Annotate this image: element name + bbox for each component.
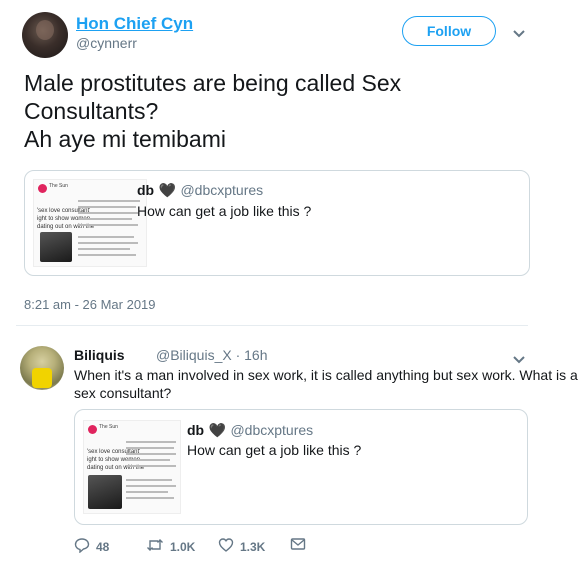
reply-count: 48: [96, 539, 110, 554]
chevron-down-icon[interactable]: [512, 26, 526, 44]
like-count: 1.3K: [240, 539, 266, 554]
quoted-tweet[interactable]: The Sun 'sex love consultant' ight to sh…: [24, 170, 530, 276]
like-button[interactable]: 1.3K: [218, 537, 265, 556]
retweet-count: 1.0K: [170, 539, 196, 554]
sun-logo-icon: [38, 184, 47, 193]
reply-text-line: sex consultant?: [74, 385, 172, 401]
retweet-button[interactable]: 1.0K: [146, 537, 195, 556]
tweet-timestamp[interactable]: 8:21 am - 26 Mar 2019: [24, 297, 156, 312]
author-avatar[interactable]: [22, 12, 68, 58]
reply-meta: @Biliquis_X · 16h: [156, 347, 268, 363]
quoted-author-handle[interactable]: @dbcxptures: [230, 422, 313, 438]
tweet-text-line: Male prostitutes are being called Sex: [24, 70, 402, 96]
quoted-author-name[interactable]: db: [187, 422, 204, 438]
quoted-media-thumbnail[interactable]: The Sun 'sex love consultant' ight to sh…: [33, 179, 147, 267]
heart-emoji-icon: 🖤: [158, 182, 176, 198]
quoted-media-thumbnail[interactable]: The Sun 'sex love consultant' ight to sh…: [83, 420, 181, 514]
reply-button[interactable]: 48: [74, 537, 109, 556]
author-handle[interactable]: @cynnerr: [76, 35, 137, 51]
reply-text-line: When it's a man involved in sex work, it…: [74, 367, 578, 383]
mail-icon: [290, 537, 306, 554]
direct-message-button[interactable]: [290, 537, 306, 554]
author-name[interactable]: Hon Chief Cyn: [76, 14, 193, 34]
reply-age[interactable]: 16h: [244, 347, 267, 363]
tweet-text-line: Consultants?: [24, 98, 159, 124]
sun-logo-icon: [88, 425, 97, 434]
thumb-logo-text: The Sun: [49, 183, 68, 189]
heart-emoji-icon: 🖤: [208, 422, 226, 438]
reply-author-handle[interactable]: @Biliquis_X: [156, 347, 232, 363]
reply-text: When it's a man involved in sex work, it…: [74, 366, 578, 402]
quoted-author-name[interactable]: db: [137, 182, 154, 198]
reply-author-avatar[interactable]: [20, 346, 64, 390]
meta-separator: ·: [235, 347, 241, 363]
quoted-author-handle[interactable]: @dbcxptures: [180, 182, 263, 198]
thumb-photo: [88, 475, 122, 509]
tweet-text-line: Ah aye mi temibami: [24, 126, 226, 152]
tweet-text: Male prostitutes are being called Sex Co…: [24, 69, 564, 153]
divider: [16, 325, 528, 326]
reply-icon: [74, 537, 90, 556]
reply-author-name[interactable]: Biliquis: [74, 347, 125, 363]
retweet-icon: [146, 537, 164, 556]
quoted-text: How can get a job like this ?: [187, 442, 362, 458]
thumb-photo: [40, 232, 72, 262]
quoted-text: How can get a job like this ?: [137, 203, 312, 219]
heart-icon: [218, 537, 234, 556]
thumb-logo-text: The Sun: [99, 424, 118, 430]
follow-button[interactable]: Follow: [402, 16, 496, 46]
reply-quoted-tweet[interactable]: The Sun 'sex love consultant' ight to sh…: [74, 409, 528, 525]
